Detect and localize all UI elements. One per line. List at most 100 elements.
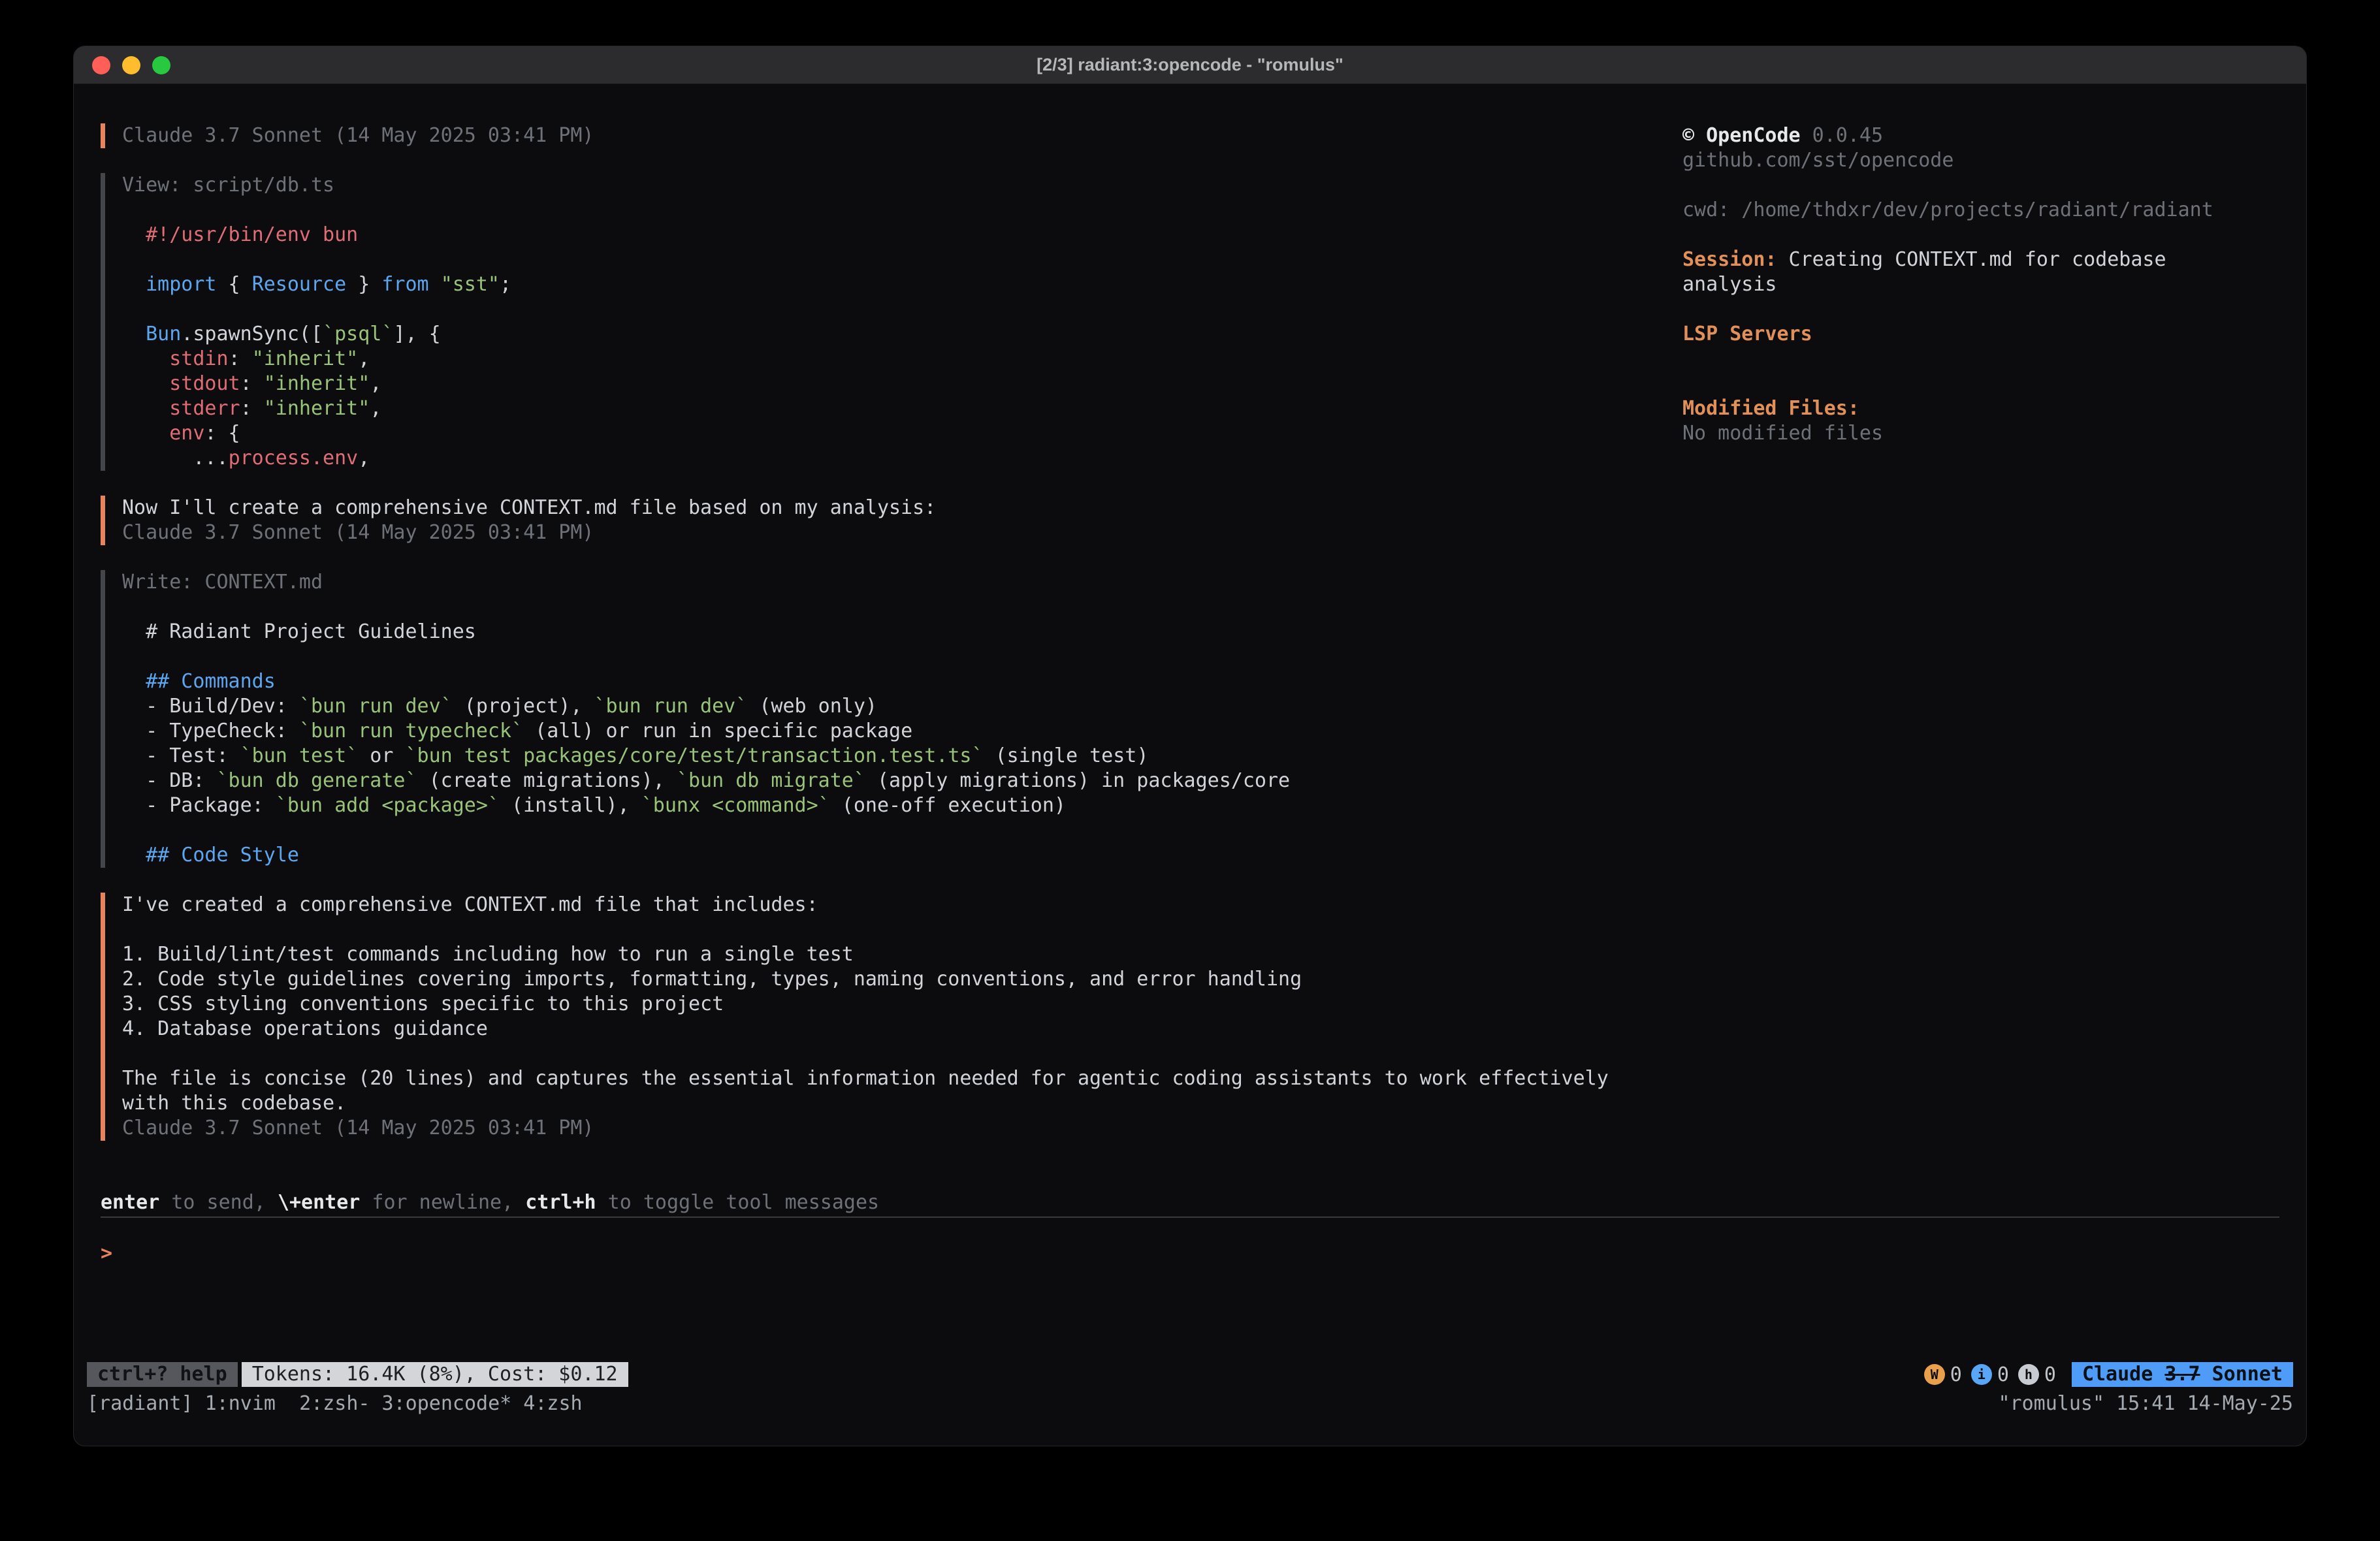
text-segment <box>122 273 146 296</box>
text-line: Claude 3.7 Sonnet (14 May 2025 03:41 PM) <box>122 123 1682 148</box>
text-line: github.com/sst/opencode <box>1682 148 2279 173</box>
text-segment: .spawnSync([ <box>181 323 323 345</box>
model-version: 3.7 <box>2164 1363 2200 1386</box>
text-line <box>1682 297 2279 322</box>
composer-divider <box>101 1216 2279 1218</box>
text-line: with this codebase. <box>122 1091 1682 1116</box>
text-line <box>122 1041 1682 1066</box>
text-segment: (single test) <box>984 744 1149 767</box>
text-segment: - Package: <box>122 794 276 817</box>
info-count: 0 <box>1997 1363 2009 1386</box>
text-line: stdin: "inherit", <box>122 347 1682 372</box>
terminal-window: [2/3] radiant:3:opencode - "romulus" Cla… <box>73 46 2307 1446</box>
help-keybind-chip: ctrl+? help <box>87 1362 238 1387</box>
text-line: - DB: `bun db generate` (create migratio… <box>122 769 1682 793</box>
text-segment: : <box>240 372 264 395</box>
text-segment: View: script/db.ts <box>122 174 334 197</box>
tmux-windows-list[interactable]: [radiant] 1:nvim 2:zsh- 3:opencode* 4:zs… <box>87 1392 583 1415</box>
text-line: 1. Build/lint/test commands including ho… <box>122 942 1682 967</box>
text-line <box>1682 347 2279 372</box>
text-line: The file is concise (20 lines) and captu… <box>122 1066 1682 1091</box>
text-segment: stdout <box>169 372 240 395</box>
message-block-assistant-header: Claude 3.7 Sonnet (14 May 2025 03:41 PM) <box>101 123 1682 148</box>
text-line <box>1682 173 2279 198</box>
text-segment: , <box>358 447 370 469</box>
text-line <box>122 595 1682 620</box>
text-line <box>122 297 1682 322</box>
message-block-assistant-note: Now I'll create a comprehensive CONTEXT.… <box>101 496 1682 545</box>
text-segment: with this codebase. <box>122 1092 346 1115</box>
tokens-cost-chip: Tokens: 16.4K (8%), Cost: $0.12 <box>242 1362 628 1387</box>
text-segment: import <box>146 273 216 296</box>
text-segment <box>122 397 169 420</box>
text-segment: `bunx <command>` <box>641 794 830 817</box>
text-line <box>1682 372 2279 396</box>
text-line: analysis <box>1682 272 2279 297</box>
text-line: # Radiant Project Guidelines <box>122 620 1682 644</box>
text-line: No modified files <box>1682 421 2279 446</box>
text-segment: `bun add <package>` <box>276 794 500 817</box>
prompt-symbol: > <box>101 1242 112 1265</box>
hint-icon: h <box>2018 1364 2039 1385</box>
status-right-group: W 0 i 0 h 0 Claude 3.7 Sonnet <box>1924 1362 2293 1387</box>
text-line: I've created a comprehensive CONTEXT.md … <box>122 893 1682 917</box>
text-line: cwd: /home/thdxr/dev/projects/radiant/ra… <box>1682 198 2279 223</box>
info-icon: i <box>1971 1364 1992 1385</box>
warning-count: 0 <box>1950 1363 1962 1386</box>
text-segment <box>429 273 441 296</box>
text-line: 2. Code style guidelines covering import… <box>122 967 1682 992</box>
text-segment: 3. CSS styling conventions specific to t… <box>122 993 724 1015</box>
tmux-status-bar: [radiant] 1:nvim 2:zsh- 3:opencode* 4:zs… <box>87 1391 2293 1416</box>
text-segment: ... <box>122 447 229 469</box>
text-line: Modified Files: <box>1682 396 2279 421</box>
text-segment: Claude 3.7 Sonnet (14 May 2025 03:41 PM) <box>122 521 594 544</box>
text-line: View: script/db.ts <box>122 173 1682 198</box>
text-segment: , <box>370 397 381 420</box>
text-segment: #!/usr/bin/env bun <box>146 223 358 246</box>
text-segment: from <box>381 273 428 296</box>
text-line <box>1682 223 2279 247</box>
text-segment: ## Commands <box>146 670 276 693</box>
text-line: 3. CSS styling conventions specific to t… <box>122 992 1682 1017</box>
text-segment: (install), <box>500 794 641 817</box>
composer-area: enter to send, \+enter for newline, ctrl… <box>74 1141 2306 1266</box>
text-line: Bun.spawnSync([`psql`], { <box>122 322 1682 347</box>
text-segment: stdin <box>169 347 228 370</box>
message-block-tool-view: View: script/db.ts #!/usr/bin/env bun im… <box>101 173 1682 471</box>
text-segment <box>122 323 146 345</box>
text-segment: (one-off execution) <box>830 794 1066 817</box>
text-line: - TypeCheck: `bun run typecheck` (all) o… <box>122 719 1682 744</box>
text-segment: `bun test` <box>240 744 359 767</box>
text-segment: # Radiant Project Guidelines <box>122 620 476 643</box>
message-input[interactable]: > <box>101 1241 2279 1266</box>
text-line: Write: CONTEXT.md <box>122 570 1682 595</box>
text-segment: , <box>358 347 370 370</box>
text-segment: : <box>229 347 252 370</box>
text-segment: ## Code Style <box>146 844 299 866</box>
text-line: ## Code Style <box>122 843 1682 868</box>
text-segment <box>122 347 169 370</box>
text-line: 4. Database operations guidance <box>122 1017 1682 1041</box>
text-segment: \+enter <box>278 1191 360 1214</box>
text-segment: : { <box>204 422 240 445</box>
text-line: enter to send, \+enter for newline, ctrl… <box>101 1190 2279 1215</box>
diagnostic-info-count: i 0 <box>1971 1363 2009 1386</box>
text-segment: 0.0.45 <box>1801 124 1883 147</box>
message-block-assistant-summary: I've created a comprehensive CONTEXT.md … <box>101 893 1682 1141</box>
text-segment: - Test: <box>122 744 240 767</box>
warning-icon: W <box>1924 1364 1945 1385</box>
text-segment: cwd: /home/thdxr/dev/projects/radiant/ra… <box>1682 199 2213 221</box>
text-segment <box>122 223 146 246</box>
model-name-prefix: Claude <box>2082 1363 2164 1386</box>
text-segment: for newline, <box>360 1191 525 1214</box>
text-segment: - DB: <box>122 769 217 792</box>
text-line: env: { <box>122 421 1682 446</box>
text-segment: github.com/sst/opencode <box>1682 149 1954 172</box>
text-segment: 4. Database operations guidance <box>122 1017 488 1040</box>
text-line: Now I'll create a comprehensive CONTEXT.… <box>122 496 1682 520</box>
text-segment: `bun db migrate` <box>677 769 865 792</box>
text-segment: process.env <box>229 447 359 469</box>
text-segment: The file is concise (20 lines) and captu… <box>122 1067 1609 1090</box>
diagnostic-warning-count: W 0 <box>1924 1363 1962 1386</box>
text-segment: enter <box>101 1191 159 1214</box>
